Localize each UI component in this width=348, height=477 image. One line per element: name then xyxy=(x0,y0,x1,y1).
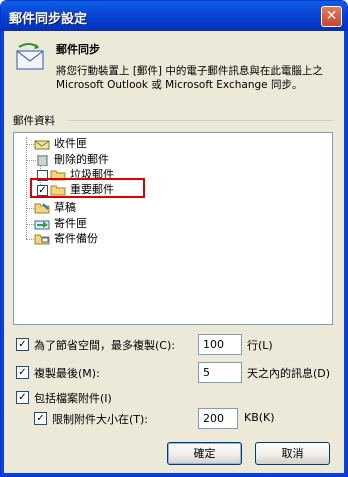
tree-item-label: 草稿 xyxy=(54,201,76,214)
include-attachments-label: 包括檔案附件(I) xyxy=(34,392,112,405)
tree-item-label: 刪除的郵件 xyxy=(54,153,109,166)
sync-settings-dialog: 郵件同步設定 ✕ 郵件同步 將您行動裝置上 [郵件] 中的電子郵件訊息與在此電腦… xyxy=(0,0,348,477)
tree-item-label: 寄件匣 xyxy=(54,217,87,230)
tree-item-label: 寄件備份 xyxy=(54,232,98,245)
envelope-sync-icon xyxy=(16,43,44,70)
days-input[interactable]: 5 xyxy=(198,362,242,383)
sent-icon xyxy=(34,234,50,245)
tree-item-inbox[interactable]: 收件匣 xyxy=(34,136,154,152)
tree-item-label: 收件匣 xyxy=(54,137,87,150)
tree-item-drafts[interactable]: 草稿 xyxy=(34,200,154,216)
drafts-icon xyxy=(34,203,50,214)
section-heading: 郵件同步 xyxy=(56,43,100,56)
lines-unit-label: 行(L) xyxy=(247,339,273,352)
tree-item-deleted[interactable]: 刪除的郵件 xyxy=(34,152,154,168)
ok-button[interactable]: 確定 xyxy=(167,442,242,465)
limit-size-checkbox[interactable]: ✓ xyxy=(34,412,47,425)
window-frame-right xyxy=(344,31,347,476)
outbox-icon xyxy=(34,220,50,230)
tree-item-sent[interactable]: 寄件備份 xyxy=(34,231,154,247)
red-highlight-box xyxy=(30,178,145,198)
cancel-button[interactable]: 取消 xyxy=(255,442,330,465)
trash-icon xyxy=(37,155,48,166)
window-frame-bottom xyxy=(1,473,347,476)
max-lines-input[interactable]: 100 xyxy=(198,334,242,355)
sync-description: 將您行動裝置上 [郵件] 中的電子郵件訊息與在此電腦上之 Microsoft O… xyxy=(56,65,323,91)
include-attachments-checkbox[interactable]: ✓ xyxy=(16,391,29,404)
mail-data-group-label: 郵件資料 xyxy=(13,115,55,127)
save-space-label: 為了節省空間，最多複製(C): xyxy=(34,339,175,352)
tree-item-outbox[interactable]: 寄件匣 xyxy=(34,216,154,232)
copy-last-checkbox[interactable]: ✓ xyxy=(16,366,29,379)
group-divider xyxy=(69,120,333,121)
size-unit-label: KB(K) xyxy=(244,411,275,424)
title-bar[interactable]: 郵件同步設定 ✕ xyxy=(1,1,347,31)
save-space-checkbox[interactable]: ✓ xyxy=(16,338,29,351)
copy-last-label: 複製最後(M): xyxy=(34,367,100,380)
mail-folder-tree[interactable]: 收件匣 刪除的郵件 垃圾郵件 ✓ 重要郵件 草稿 寄件匣 寄件備份 xyxy=(13,132,333,325)
window-frame-left xyxy=(1,31,4,476)
size-limit-input[interactable]: 200 xyxy=(198,408,238,429)
inbox-icon xyxy=(34,140,50,150)
window-title: 郵件同步設定 xyxy=(9,12,88,27)
limit-size-label: 限制附件大小在(T): xyxy=(52,413,149,426)
close-button[interactable]: ✕ xyxy=(321,6,342,27)
days-unit-label: 天之內的訊息(D) xyxy=(247,367,331,380)
